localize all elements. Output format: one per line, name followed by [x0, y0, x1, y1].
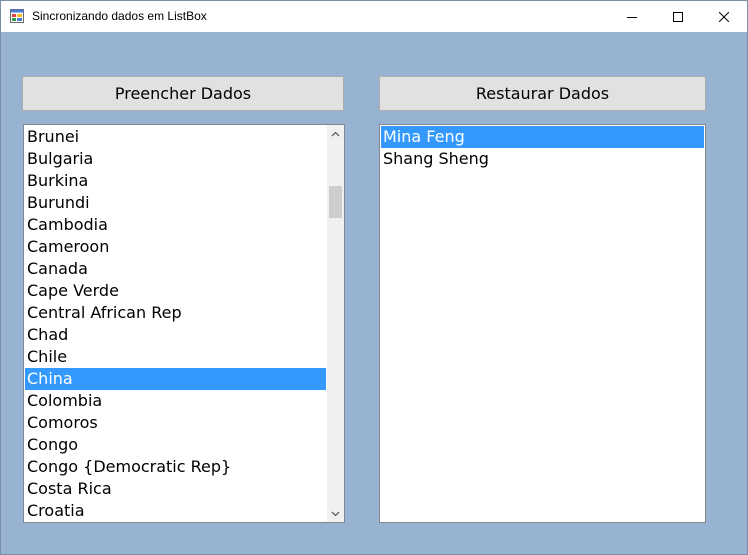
scroll-down-button[interactable] — [327, 505, 344, 522]
maximize-button[interactable] — [655, 1, 701, 32]
app-window: Sincronizando dados em ListBox Preencher… — [0, 0, 748, 555]
list-item[interactable]: Cameroon — [25, 236, 326, 258]
list-item[interactable]: Cambodia — [25, 214, 326, 236]
list-item[interactable]: Bulgaria — [25, 148, 326, 170]
list-item[interactable]: Congo {Democratic Rep} — [25, 456, 326, 478]
names-listbox[interactable]: Mina Feng Shang Sheng — [379, 124, 706, 523]
list-item[interactable]: Shang Sheng — [381, 148, 704, 170]
list-item[interactable]: Canada — [25, 258, 326, 280]
list-item[interactable]: Comoros — [25, 412, 326, 434]
minimize-button[interactable] — [609, 1, 655, 32]
list-item[interactable]: Chile — [25, 346, 326, 368]
close-icon — [719, 11, 729, 22]
vertical-scrollbar[interactable] — [327, 125, 344, 522]
list-item-selected[interactable]: China — [25, 368, 326, 390]
chevron-up-icon — [331, 131, 340, 136]
list-item[interactable]: Congo — [25, 434, 326, 456]
fill-data-button[interactable]: Preencher Dados — [22, 76, 344, 111]
list-item[interactable]: Burundi — [25, 192, 326, 214]
title-bar[interactable]: Sincronizando dados em ListBox — [1, 1, 747, 32]
list-item-selected[interactable]: Mina Feng — [381, 126, 704, 148]
list-item[interactable]: Croatia — [25, 500, 326, 522]
minimize-icon — [627, 16, 637, 18]
list-item[interactable]: Chad — [25, 324, 326, 346]
list-item[interactable]: Colombia — [25, 390, 326, 412]
scroll-up-button[interactable] — [327, 125, 344, 142]
restore-data-button[interactable]: Restaurar Dados — [379, 76, 706, 111]
window-title: Sincronizando dados em ListBox — [32, 9, 207, 23]
list-item[interactable]: Cape Verde — [25, 280, 326, 302]
list-item[interactable]: Burkina — [25, 170, 326, 192]
maximize-icon — [673, 11, 683, 22]
scroll-thumb[interactable] — [329, 186, 342, 218]
app-icon — [10, 9, 24, 23]
close-button[interactable] — [701, 1, 747, 32]
chevron-down-icon — [331, 511, 340, 516]
list-item[interactable]: Costa Rica — [25, 478, 326, 500]
list-item[interactable]: Central African Rep — [25, 302, 326, 324]
countries-listbox[interactable]: Brunei Bulgaria Burkina Burundi Cambodia… — [23, 124, 345, 523]
list-item[interactable]: Brunei — [25, 126, 326, 148]
